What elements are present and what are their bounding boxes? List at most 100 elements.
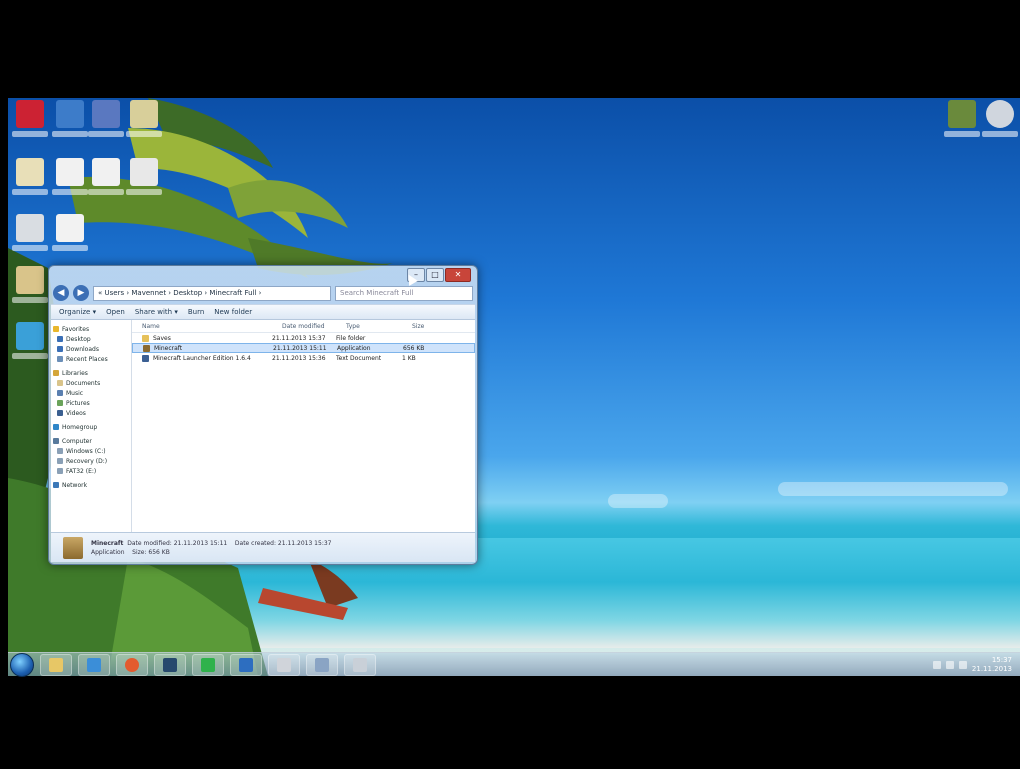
drive-icon xyxy=(57,448,63,454)
nav-item[interactable]: Homegroup xyxy=(51,422,131,432)
app-icon xyxy=(201,657,215,672)
nav-item[interactable]: Libraries xyxy=(51,368,131,378)
app-icon xyxy=(353,657,367,672)
desktop-icon-item[interactable] xyxy=(8,214,52,266)
toolbar-item[interactable]: Open xyxy=(106,308,125,316)
file-name: Minecraft xyxy=(154,344,183,352)
taskbar-button[interactable] xyxy=(40,653,72,676)
file-type: File folder xyxy=(336,334,366,342)
desktop-icon-item[interactable] xyxy=(978,100,1020,152)
volume-icon[interactable] xyxy=(958,661,967,669)
nav-item[interactable]: Favorites xyxy=(51,324,131,334)
printer-icon xyxy=(277,657,291,672)
taskbar-button[interactable] xyxy=(306,653,338,676)
nav-item-label: Homegroup xyxy=(62,423,98,431)
downloads-icon xyxy=(57,346,63,352)
taskbar-button[interactable] xyxy=(344,653,376,676)
file-name: Saves xyxy=(153,334,171,342)
nav-item[interactable]: Computer xyxy=(51,436,131,446)
file-size: 656 KB xyxy=(403,344,425,352)
maximize-button[interactable]: □ xyxy=(426,268,444,282)
desktop-icon-item[interactable] xyxy=(8,100,52,152)
taskbar-button[interactable] xyxy=(268,653,300,676)
nav-item[interactable]: Documents xyxy=(51,378,131,388)
nav-item-label: Documents xyxy=(66,379,101,387)
network-icon xyxy=(53,482,59,488)
nav-item[interactable]: Recovery (D:) xyxy=(51,456,131,466)
nav-item[interactable]: Recent Places xyxy=(51,354,131,364)
explorer-window-icon xyxy=(315,657,329,672)
column-type[interactable]: Type xyxy=(346,323,412,330)
forward-button[interactable]: ▶ xyxy=(73,285,89,301)
toolbar-item[interactable]: New folder xyxy=(214,308,252,316)
drive-icon xyxy=(57,468,63,474)
toolbar-item[interactable]: Organize ▾ xyxy=(59,308,96,316)
nav-item-label: Music xyxy=(66,389,84,397)
nav-item[interactable]: Pictures xyxy=(51,398,131,408)
toolbar-item[interactable]: Burn xyxy=(188,308,204,316)
nav-item-label: Recent Places xyxy=(66,355,108,363)
back-button[interactable]: ◀ xyxy=(53,285,69,301)
system-tray: 15:37 21.11.2013 xyxy=(932,656,1012,674)
cloud xyxy=(778,482,1008,496)
browser-icon xyxy=(87,657,101,672)
toolbar-item[interactable]: Share with ▾ xyxy=(135,308,178,316)
file-list[interactable]: Name Date modified Type Size Saves 21.11.… xyxy=(132,320,475,532)
nav-item-label: Computer xyxy=(62,437,92,445)
nav-item[interactable]: Windows (C:) xyxy=(51,446,131,456)
folder-icon xyxy=(142,334,149,342)
taskbar-button[interactable] xyxy=(116,653,148,676)
nav-item[interactable]: Videos xyxy=(51,408,131,418)
explorer-window[interactable]: – □ ✕ ◀ ▶ « Users › Mavennet › Desktop ›… xyxy=(48,265,478,565)
nav-item-label: Downloads xyxy=(66,345,99,353)
music-icon xyxy=(57,390,63,396)
start-button[interactable] xyxy=(10,652,34,677)
address-bar[interactable]: « Users › Mavennet › Desktop › Minecraft… xyxy=(93,285,331,301)
nav-item[interactable]: FAT32 (E:) xyxy=(51,466,131,476)
cloud xyxy=(608,494,668,508)
desktop-icon-item[interactable] xyxy=(122,100,166,152)
navigation-pane[interactable]: Favorites Desktop Downloads Recent Places Li… xyxy=(51,320,132,532)
column-date[interactable]: Date modified xyxy=(282,323,346,330)
nav-item-label: FAT32 (E:) xyxy=(66,467,97,475)
details-name: Minecraft xyxy=(91,539,124,547)
close-button[interactable]: ✕ xyxy=(445,268,471,282)
steam-icon xyxy=(163,657,177,672)
documents-icon xyxy=(57,380,63,386)
column-size[interactable]: Size xyxy=(412,323,452,330)
search-input[interactable]: Search Minecraft Full xyxy=(335,285,473,301)
nav-item-label: Libraries xyxy=(62,369,88,377)
nav-item-label: Recovery (D:) xyxy=(66,457,108,465)
command-bar: Organize ▾ Open Share with ▾ Burn New folder xyxy=(51,304,475,320)
file-row[interactable]: Minecraft 21.11.2013 15:11 Application 656 … xyxy=(132,343,475,353)
desktop-icon-item[interactable] xyxy=(8,158,52,210)
details-kind: Application xyxy=(91,548,125,556)
file-name: Minecraft Launcher Edition 1.6.4 xyxy=(153,354,251,362)
nav-item[interactable]: Music xyxy=(51,388,131,398)
nav-item[interactable]: Downloads xyxy=(51,344,131,354)
recent-places-icon xyxy=(57,356,63,362)
file-row[interactable]: Minecraft Launcher Edition 1.6.4 21.11.20… xyxy=(132,353,475,363)
taskbar-button[interactable] xyxy=(78,653,110,676)
column-headers: Name Date modified Type Size xyxy=(132,320,475,333)
explorer-icon xyxy=(49,657,63,672)
drive-icon xyxy=(57,458,63,464)
clock[interactable]: 15:37 21.11.2013 xyxy=(972,656,1012,674)
desktop-icon-item[interactable] xyxy=(8,322,52,374)
desktop-icon-item[interactable] xyxy=(122,158,166,210)
column-name[interactable]: Name xyxy=(132,323,282,330)
desktop-icon-item[interactable] xyxy=(8,266,52,318)
network-icon[interactable] xyxy=(945,661,954,669)
nav-item[interactable]: Network xyxy=(51,480,131,490)
taskbar-button[interactable] xyxy=(230,653,262,676)
minecraft-icon xyxy=(63,536,83,559)
tray-icon[interactable] xyxy=(932,661,941,669)
file-row[interactable]: Saves 21.11.2013 15:37 File folder xyxy=(132,333,475,343)
desktop-icon-item[interactable] xyxy=(48,214,92,266)
file-size: 1 KB xyxy=(402,354,416,362)
file-date: 21.11.2013 15:36 xyxy=(272,354,326,362)
details-size: Size: 656 KB xyxy=(132,548,170,556)
taskbar-button[interactable] xyxy=(192,653,224,676)
nav-item[interactable]: Desktop xyxy=(51,334,131,344)
taskbar-button[interactable] xyxy=(154,653,186,676)
